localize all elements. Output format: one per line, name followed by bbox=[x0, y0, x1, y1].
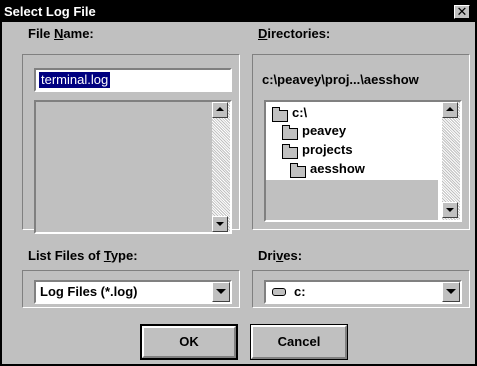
open-folder-icon bbox=[290, 163, 306, 178]
open-folder-icon bbox=[272, 107, 288, 122]
directories-label-key: D bbox=[258, 26, 268, 41]
close-button[interactable]: ✕ bbox=[454, 5, 470, 19]
file-list-scroll-down[interactable] bbox=[212, 216, 228, 232]
file-list[interactable] bbox=[34, 100, 232, 234]
file-list-scrollbar[interactable] bbox=[212, 102, 230, 232]
cancel-button-label: Cancel bbox=[277, 334, 321, 349]
file-type-label-key: T bbox=[103, 248, 111, 263]
tree-item-label: projects bbox=[302, 142, 353, 157]
tree-item-label: c:\ bbox=[292, 105, 308, 120]
drives-label: Drives: bbox=[258, 248, 302, 263]
directory-tree-empty-area bbox=[266, 180, 438, 220]
file-name-field[interactable]: terminal.log bbox=[34, 68, 232, 92]
ok-button[interactable]: OK bbox=[140, 324, 238, 360]
scroll-down-icon bbox=[216, 222, 224, 226]
open-folder-icon bbox=[282, 144, 298, 159]
tree-item-label: aesshow bbox=[310, 161, 365, 176]
directories-label-post: irectories: bbox=[267, 26, 331, 41]
drives-select[interactable]: c: bbox=[264, 280, 462, 304]
file-type-label-post: ype: bbox=[110, 248, 138, 263]
file-type-select[interactable]: Log Files (*.log) bbox=[34, 280, 232, 304]
open-folder-icon bbox=[282, 125, 298, 140]
chevron-down-icon bbox=[446, 289, 456, 294]
drives-dropdown-button[interactable] bbox=[442, 282, 460, 302]
chevron-down-icon bbox=[216, 289, 226, 294]
window-title: Select Log File bbox=[4, 4, 96, 19]
tree-item-peavey[interactable]: peavey bbox=[268, 122, 440, 140]
file-type-dropdown-button[interactable] bbox=[212, 282, 230, 302]
directories-label: Directories: bbox=[258, 26, 330, 41]
file-type-value: Log Files (*.log) bbox=[40, 284, 138, 299]
file-type-label-pre: List Files of bbox=[28, 248, 104, 263]
file-name-label-post: ame: bbox=[63, 26, 94, 41]
tree-item-projects[interactable]: projects bbox=[268, 141, 440, 159]
title-bar[interactable]: Select Log File ✕ bbox=[2, 2, 475, 22]
directory-tree-scroll-up[interactable] bbox=[442, 102, 458, 118]
file-name-value[interactable]: terminal.log bbox=[39, 72, 111, 88]
file-list-scroll-up[interactable] bbox=[212, 102, 228, 118]
file-name-label-pre: File bbox=[28, 26, 55, 41]
tree-item-label: peavey bbox=[302, 123, 347, 138]
file-type-label: List Files of Type: bbox=[28, 248, 138, 263]
file-name-label-key: N bbox=[54, 26, 64, 41]
scroll-down-icon bbox=[446, 208, 454, 212]
scroll-up-icon bbox=[446, 107, 454, 111]
tree-item-aesshow[interactable]: aesshow bbox=[268, 160, 440, 178]
scroll-up-icon bbox=[216, 107, 224, 111]
cancel-button[interactable]: Cancel bbox=[250, 324, 348, 360]
close-icon: ✕ bbox=[456, 4, 468, 19]
current-path: c:\peavey\proj...\aesshow bbox=[262, 72, 419, 87]
directory-tree-scroll-down[interactable] bbox=[442, 202, 458, 218]
drives-value: c: bbox=[294, 284, 306, 299]
select-log-file-dialog: Select Log File ✕ File Name: Directories… bbox=[0, 0, 477, 366]
drive-icon bbox=[272, 288, 286, 296]
directory-tree[interactable]: c:\ peavey projects aesshow bbox=[264, 100, 462, 222]
tree-item-root[interactable]: c:\ bbox=[268, 104, 440, 122]
drives-label-pre: Dri bbox=[258, 248, 277, 263]
drives-label-post: es: bbox=[283, 248, 303, 263]
file-name-label: File Name: bbox=[28, 26, 94, 41]
ok-button-label: OK bbox=[179, 334, 199, 349]
